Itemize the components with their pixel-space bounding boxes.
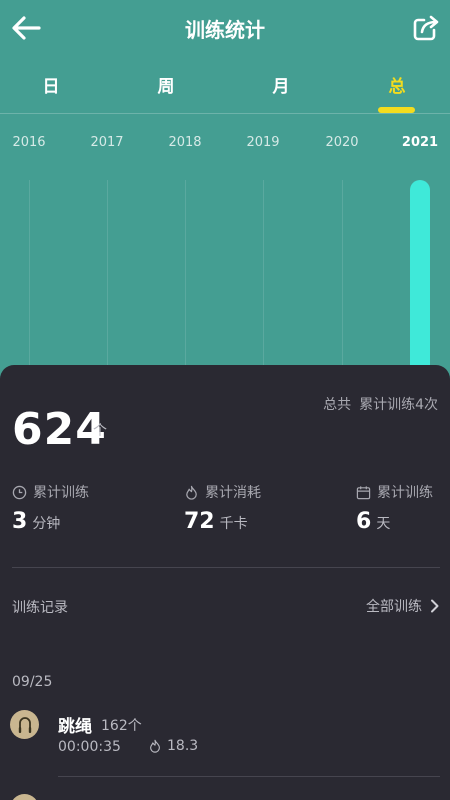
flame-icon (150, 739, 160, 753)
share-button[interactable] (406, 8, 446, 48)
year-label-2017[interactable]: 2017 (77, 135, 137, 150)
year-label-2020[interactable]: 2020 (312, 135, 372, 150)
clock-icon (12, 485, 27, 499)
year-axis: 2016 2017 2018 2019 2020 2021 (0, 135, 450, 155)
total-count-unit: 个 (93, 423, 107, 439)
stat-label: 累计消耗 (205, 485, 261, 501)
stat-training-days: 累计训练 6 天 (356, 482, 433, 534)
grid-line (342, 180, 343, 370)
year-label-2019[interactable]: 2019 (233, 135, 293, 150)
section-divider (12, 567, 440, 568)
stat-training-time: 累计训练 3 分钟 (12, 482, 89, 534)
calendar-icon (356, 485, 371, 499)
flame-icon (186, 485, 197, 500)
stat-unit: 千卡 (219, 516, 248, 532)
grid-line (185, 180, 186, 370)
chart-area: 训练统计 日 周 月 总 2016 2017 2018 2019 2020 2021 (0, 0, 450, 400)
grid-line (29, 180, 30, 370)
jump-rope-icon (10, 710, 39, 739)
year-label-2016[interactable]: 2016 (0, 135, 59, 150)
record-date: 09/25 (12, 674, 53, 690)
tab-month[interactable]: 月 (251, 72, 311, 97)
record-name: 跳绳 (58, 717, 92, 737)
grid-line (107, 180, 108, 370)
stat-value: 3 (12, 509, 28, 534)
record-calories-value: 18.3 (167, 738, 199, 754)
page-title: 训练统计 (185, 18, 265, 42)
record-divider (58, 776, 440, 777)
record-calories: 18.3 (148, 738, 198, 754)
summary: 总共 累计训练4次 (323, 394, 438, 414)
year-label-2021[interactable]: 2021 (390, 135, 450, 150)
stat-value: 72 (184, 509, 215, 534)
summary-detail: 累计训练4次 (359, 397, 438, 413)
summary-label: 总共 (323, 397, 352, 413)
stat-value: 6 (356, 509, 372, 534)
tab-day[interactable]: 日 (21, 72, 81, 97)
tab-week[interactable]: 周 (136, 72, 196, 97)
stat-label: 累计训练 (377, 485, 433, 501)
stat-label: 累计训练 (33, 485, 89, 501)
records-title: 训练记录 (12, 600, 68, 616)
all-training-link[interactable]: 全部训练 (366, 596, 440, 616)
header: 训练统计 (0, 0, 450, 56)
year-label-2018[interactable]: 2018 (155, 135, 215, 150)
all-training-label: 全部训练 (366, 599, 422, 615)
stat-unit: 天 (376, 516, 391, 532)
stat-unit: 分钟 (32, 516, 61, 532)
tab-total[interactable]: 总 (367, 72, 427, 97)
chevron-right-icon (431, 599, 439, 613)
record-count: 162个 (101, 718, 142, 734)
stat-calories: 累计消耗 72 千卡 (184, 482, 261, 534)
record-duration: 00:00:35 (58, 739, 121, 755)
record-item[interactable]: 跳绳 162个 00:00:35 18.3 (10, 708, 440, 758)
share-icon (413, 15, 439, 41)
bar-2021[interactable] (410, 180, 430, 380)
active-tab-indicator (378, 107, 415, 113)
grid-line (263, 180, 264, 370)
